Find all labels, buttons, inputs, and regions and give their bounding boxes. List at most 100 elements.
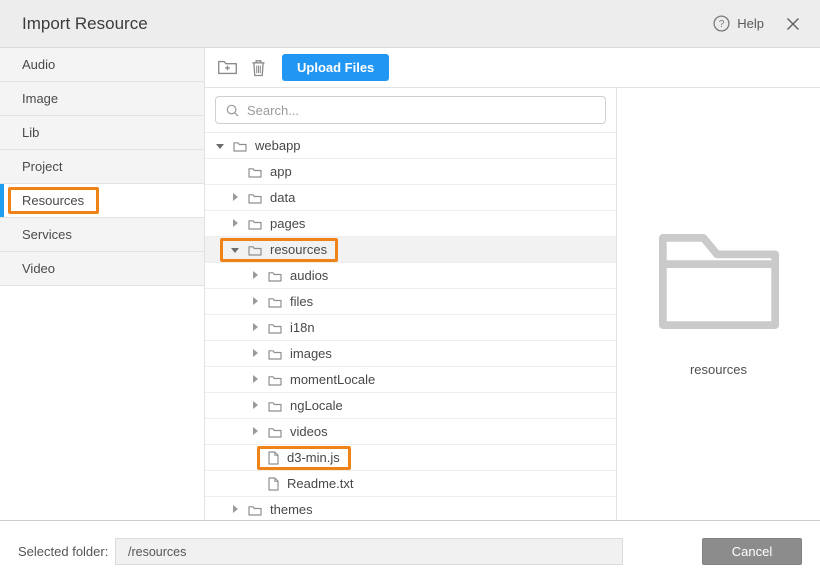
file-icon bbox=[268, 477, 279, 491]
tree-row-data[interactable]: data bbox=[205, 185, 616, 211]
tree-node-label: Readme.txt bbox=[287, 476, 353, 491]
search-icon bbox=[226, 104, 239, 117]
sidebar-item-audio[interactable]: Audio bbox=[0, 48, 204, 82]
tree-row-videos[interactable]: videos bbox=[205, 419, 616, 445]
folder-icon bbox=[268, 400, 282, 412]
tree-row-app[interactable]: app bbox=[205, 159, 616, 185]
tree-row-inner: audios bbox=[240, 264, 339, 288]
tree-node-label: audios bbox=[290, 268, 328, 283]
folder-icon bbox=[268, 348, 282, 360]
tree-node-label: momentLocale bbox=[290, 372, 375, 387]
tree-node-label: i18n bbox=[290, 320, 315, 335]
trash-icon bbox=[251, 59, 266, 77]
tree-row-resources[interactable]: resources bbox=[205, 237, 616, 263]
tree-row-d3-min.js[interactable]: d3-min.js bbox=[205, 445, 616, 471]
tree-row-i18n[interactable]: i18n bbox=[205, 315, 616, 341]
caret-right-icon[interactable] bbox=[251, 297, 260, 307]
caret-right-icon[interactable] bbox=[231, 219, 240, 229]
sidebar-item-label: Video bbox=[22, 261, 55, 276]
sidebar-item-label: Image bbox=[22, 91, 58, 106]
folder-icon bbox=[248, 192, 262, 204]
sidebar-item-resources[interactable]: Resources bbox=[0, 184, 204, 218]
dialog-header: Import Resource ? Help bbox=[0, 0, 820, 48]
tree-row-themes[interactable]: themes bbox=[205, 497, 616, 520]
close-button[interactable] bbox=[786, 17, 800, 31]
cancel-button[interactable]: Cancel bbox=[702, 538, 802, 565]
folder-icon bbox=[268, 296, 282, 308]
tree-node-label: app bbox=[270, 164, 292, 179]
tree-node-label: webapp bbox=[255, 138, 301, 153]
header-actions: ? Help bbox=[713, 15, 800, 32]
preview-caption: resources bbox=[690, 362, 747, 377]
category-sidebar: Audio Image Lib Project Resources Servic… bbox=[0, 48, 205, 520]
caret-down-icon[interactable] bbox=[231, 245, 240, 255]
dialog-title: Import Resource bbox=[22, 14, 148, 34]
tree-row-pages[interactable]: pages bbox=[205, 211, 616, 237]
tree-row-inner: app bbox=[237, 160, 303, 184]
selected-folder-label: Selected folder: bbox=[18, 544, 115, 559]
search-box bbox=[215, 96, 606, 124]
dialog-body: Audio Image Lib Project Resources Servic… bbox=[0, 48, 820, 520]
folder-icon bbox=[268, 374, 282, 386]
tree-node-label: d3-min.js bbox=[287, 450, 340, 465]
file-content: webapp app data bbox=[205, 88, 820, 520]
close-icon bbox=[786, 17, 800, 31]
sidebar-item-label: Resources bbox=[22, 193, 84, 208]
tree-row-nglocale[interactable]: ngLocale bbox=[205, 393, 616, 419]
tree-node-label: themes bbox=[270, 502, 313, 517]
sidebar-item-image[interactable]: Image bbox=[0, 82, 204, 116]
sidebar-item-lib[interactable]: Lib bbox=[0, 116, 204, 150]
svg-text:?: ? bbox=[719, 19, 725, 30]
tree-row-inner: files bbox=[240, 290, 324, 314]
caret-down-icon[interactable] bbox=[216, 141, 225, 151]
search-input[interactable] bbox=[247, 103, 595, 118]
sidebar-item-label: Lib bbox=[22, 125, 39, 140]
caret-right-icon[interactable] bbox=[251, 375, 260, 385]
folder-icon bbox=[658, 233, 780, 330]
sidebar-item-label-box: Resources bbox=[8, 187, 99, 214]
sidebar-item-label: Services bbox=[22, 227, 72, 242]
caret-right-icon[interactable] bbox=[251, 323, 260, 333]
folder-icon bbox=[248, 244, 262, 256]
caret-right-icon[interactable] bbox=[251, 349, 260, 359]
help-label: Help bbox=[737, 16, 764, 31]
sidebar-item-label-box: Lib bbox=[8, 119, 54, 146]
folder-icon bbox=[268, 322, 282, 334]
tree-row-readme.txt[interactable]: Readme.txt bbox=[205, 471, 616, 497]
folder-icon bbox=[268, 426, 282, 438]
search-bar bbox=[205, 88, 616, 133]
tree-row-inner: Readme.txt bbox=[257, 472, 364, 496]
selected-folder-input[interactable] bbox=[115, 538, 623, 565]
tree-node-label: videos bbox=[290, 424, 328, 439]
tree-node-label: images bbox=[290, 346, 332, 361]
folder-icon bbox=[233, 140, 247, 152]
tree-row-inner: themes bbox=[220, 498, 324, 521]
folder-icon bbox=[248, 218, 262, 230]
tree-row-inner: videos bbox=[240, 420, 339, 444]
sidebar-item-services[interactable]: Services bbox=[0, 218, 204, 252]
caret-right-icon[interactable] bbox=[231, 505, 240, 515]
caret-right-icon[interactable] bbox=[251, 427, 260, 437]
sidebar-item-project[interactable]: Project bbox=[0, 150, 204, 184]
delete-button[interactable] bbox=[251, 59, 266, 77]
tree-row-files[interactable]: files bbox=[205, 289, 616, 315]
tree-row-inner: pages bbox=[220, 212, 316, 236]
tree-row-inner: resources bbox=[220, 238, 338, 262]
sidebar-item-label-box: Video bbox=[8, 255, 70, 282]
tree-node-label: pages bbox=[270, 216, 305, 231]
tree-row-images[interactable]: images bbox=[205, 341, 616, 367]
tree-row-audios[interactable]: audios bbox=[205, 263, 616, 289]
tree-row-inner: d3-min.js bbox=[257, 446, 351, 470]
caret-right-icon[interactable] bbox=[231, 193, 240, 203]
upload-files-button[interactable]: Upload Files bbox=[282, 54, 389, 81]
tree-row-webapp[interactable]: webapp bbox=[205, 133, 616, 159]
tree-node-label: files bbox=[290, 294, 313, 309]
caret-right-icon[interactable] bbox=[251, 271, 260, 281]
sidebar-item-video[interactable]: Video bbox=[0, 252, 204, 286]
help-button[interactable]: ? Help bbox=[713, 15, 764, 32]
tree-row-momentlocale[interactable]: momentLocale bbox=[205, 367, 616, 393]
tree-row-inner: i18n bbox=[240, 316, 326, 340]
tree-node-label: resources bbox=[270, 242, 327, 257]
caret-right-icon[interactable] bbox=[251, 401, 260, 411]
new-folder-button[interactable] bbox=[217, 59, 238, 76]
